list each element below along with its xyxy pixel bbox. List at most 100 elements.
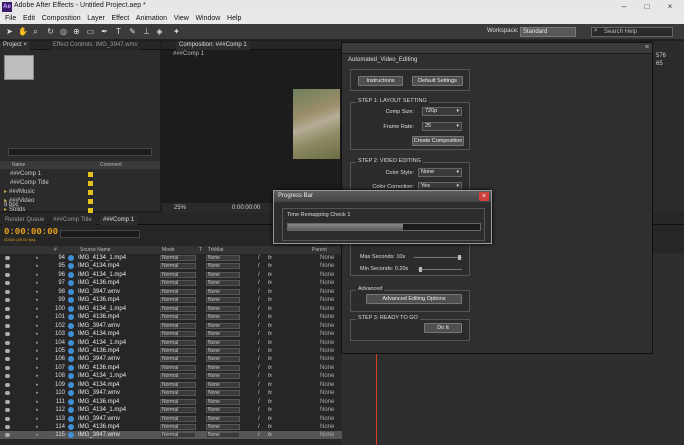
visibility-eye-icon[interactable] (5, 272, 10, 277)
visibility-eye-icon[interactable] (5, 408, 10, 413)
expand-triangle-icon[interactable]: ▸ (36, 389, 39, 397)
fx-switch-icon[interactable]: fx (268, 330, 272, 338)
zoom-tool-icon[interactable]: ⌕ (31, 27, 40, 36)
project-item[interactable]: ###Comp Title (4, 179, 154, 188)
visibility-eye-icon[interactable] (5, 382, 10, 387)
fx-switch-icon[interactable]: fx (268, 296, 272, 304)
type-tool-icon[interactable]: T (114, 27, 123, 36)
shy-switch-icon[interactable]: / (258, 372, 260, 380)
parent-select[interactable]: None (320, 364, 334, 372)
max-seconds-slider[interactable] (414, 255, 462, 260)
pan-behind-tool-icon[interactable]: ⊕ (72, 27, 81, 36)
zoom-select[interactable]: 25% (174, 203, 186, 213)
expand-triangle-icon[interactable]: ▸ (36, 398, 39, 406)
expand-triangle-icon[interactable]: ▸ (36, 288, 39, 296)
fx-switch-icon[interactable]: fx (268, 406, 272, 414)
shy-switch-icon[interactable]: / (258, 406, 260, 414)
visibility-eye-icon[interactable] (5, 433, 10, 438)
visibility-eye-icon[interactable] (5, 425, 10, 429)
expand-triangle-icon[interactable]: ▸ (36, 313, 39, 321)
parent-select[interactable]: None (320, 271, 334, 279)
timeline-timecode[interactable]: 0:00:00:00 (4, 227, 58, 237)
parent-select[interactable]: None (320, 313, 334, 321)
fx-switch-icon[interactable]: fx (268, 271, 272, 279)
close-icon[interactable]: × (479, 192, 489, 201)
track-matte-select[interactable]: None (206, 432, 240, 439)
maximize-icon[interactable]: □ (637, 1, 657, 12)
table-row[interactable]: ▸ 108 IMG_4134_1.mp4 Normal None / fx None (0, 372, 342, 380)
menu-animation[interactable]: Animation (136, 14, 167, 24)
track-matte-select[interactable]: None (206, 331, 240, 338)
layer-source-name[interactable]: IMG_4134.mp4 (78, 381, 119, 389)
parent-select[interactable]: None (320, 415, 334, 423)
expand-triangle-icon[interactable]: ▸ (36, 415, 39, 423)
minimize-icon[interactable]: – (614, 1, 634, 12)
table-row[interactable]: ▸ 94 IMG_4134_1.mp4 Normal None / fx None (0, 254, 342, 262)
shy-switch-icon[interactable]: / (258, 254, 260, 262)
track-matte-select[interactable]: None (206, 322, 240, 329)
slider-knob[interactable] (458, 255, 461, 260)
visibility-eye-icon[interactable] (5, 391, 10, 396)
parent-select[interactable]: None (320, 372, 334, 380)
brush-tool-icon[interactable]: ✎ (128, 27, 137, 36)
track-matte-select[interactable]: None (206, 356, 240, 363)
visibility-eye-icon[interactable] (5, 256, 10, 260)
shy-switch-icon[interactable]: / (258, 389, 260, 397)
track-matte-select[interactable]: None (206, 280, 240, 287)
selection-tool-icon[interactable]: ➤ (5, 27, 14, 36)
expand-triangle-icon[interactable]: ▸ (36, 406, 39, 414)
project-item[interactable]: ▸ ###Video (4, 197, 154, 206)
fx-switch-icon[interactable]: fx (268, 347, 272, 355)
visibility-eye-icon[interactable] (5, 374, 10, 379)
track-matte-select[interactable]: None (206, 271, 240, 278)
expand-triangle-icon[interactable]: ▸ (36, 322, 39, 330)
blend-mode-select[interactable]: Normal (160, 407, 196, 414)
layer-source-name[interactable]: IMG_4136.mp4 (78, 313, 119, 321)
shy-switch-icon[interactable]: / (258, 415, 260, 423)
blend-mode-select[interactable]: Normal (160, 255, 196, 261)
fx-switch-icon[interactable]: fx (268, 339, 272, 347)
fx-switch-icon[interactable]: fx (268, 313, 272, 321)
shy-switch-icon[interactable]: / (258, 347, 260, 355)
shy-switch-icon[interactable]: / (258, 322, 260, 330)
expand-triangle-icon[interactable]: ▸ (36, 381, 39, 389)
table-row[interactable]: ▸ 104 IMG_4134_1.mp4 Normal None / fx None (0, 339, 342, 347)
fx-switch-icon[interactable]: fx (268, 288, 272, 296)
shy-switch-icon[interactable]: / (258, 381, 260, 389)
parent-select[interactable]: None (320, 296, 334, 304)
min-seconds-slider[interactable] (418, 267, 462, 272)
blend-mode-select[interactable]: Normal (160, 432, 196, 439)
blend-mode-select[interactable]: Normal (160, 263, 196, 270)
rotate-tool-icon[interactable]: ↻ (46, 27, 55, 36)
layer-source-name[interactable]: IMG_4134_1.mp4 (78, 339, 126, 347)
table-row[interactable]: ▸ 105 IMG_4136.mp4 Normal None / fx None (0, 347, 342, 355)
expand-triangle-icon[interactable]: ▸ (36, 279, 39, 287)
parent-select[interactable]: None (320, 330, 334, 338)
column-trkmat[interactable]: TrkMat (208, 246, 223, 254)
track-matte-select[interactable]: None (206, 255, 240, 261)
track-matte-select[interactable]: None (206, 373, 240, 380)
track-matte-select[interactable]: None (206, 407, 240, 414)
table-row[interactable]: ▸ 96 IMG_4134_1.mp4 Normal None / fx None (0, 271, 342, 279)
advanced-editing-options-button[interactable]: Advanced Editing Options (366, 294, 462, 304)
menu-window[interactable]: Window (195, 14, 220, 24)
layer-source-name[interactable]: IMG_3947.wmv (78, 431, 120, 439)
track-matte-select[interactable]: None (206, 347, 240, 354)
shy-switch-icon[interactable]: / (258, 355, 260, 363)
track-matte-select[interactable]: None (206, 288, 240, 295)
composition-subtab[interactable]: ###Comp 1 (170, 50, 208, 59)
visibility-eye-icon[interactable] (5, 323, 10, 328)
expand-triangle-icon[interactable]: ▸ (36, 296, 39, 304)
expand-triangle-icon[interactable]: ▸ (36, 423, 39, 431)
blend-mode-select[interactable]: Normal (160, 288, 196, 295)
fx-switch-icon[interactable]: fx (268, 364, 272, 372)
camera-tool-icon[interactable]: ◎ (59, 27, 68, 36)
project-item[interactable]: ###Comp 1 (4, 170, 154, 179)
table-row[interactable]: ▸ 103 IMG_4134.mp4 Normal None / fx None (0, 330, 342, 338)
composition-timecode[interactable]: 0:00:00:00 (232, 203, 260, 213)
menu-layer[interactable]: Layer (87, 14, 105, 24)
visibility-eye-icon[interactable] (5, 357, 10, 362)
blend-mode-select[interactable]: Normal (160, 314, 196, 321)
table-row[interactable]: ▸ 95 IMG_4134.mp4 Normal None / fx None (0, 262, 342, 270)
track-matte-select[interactable]: None (206, 364, 240, 371)
